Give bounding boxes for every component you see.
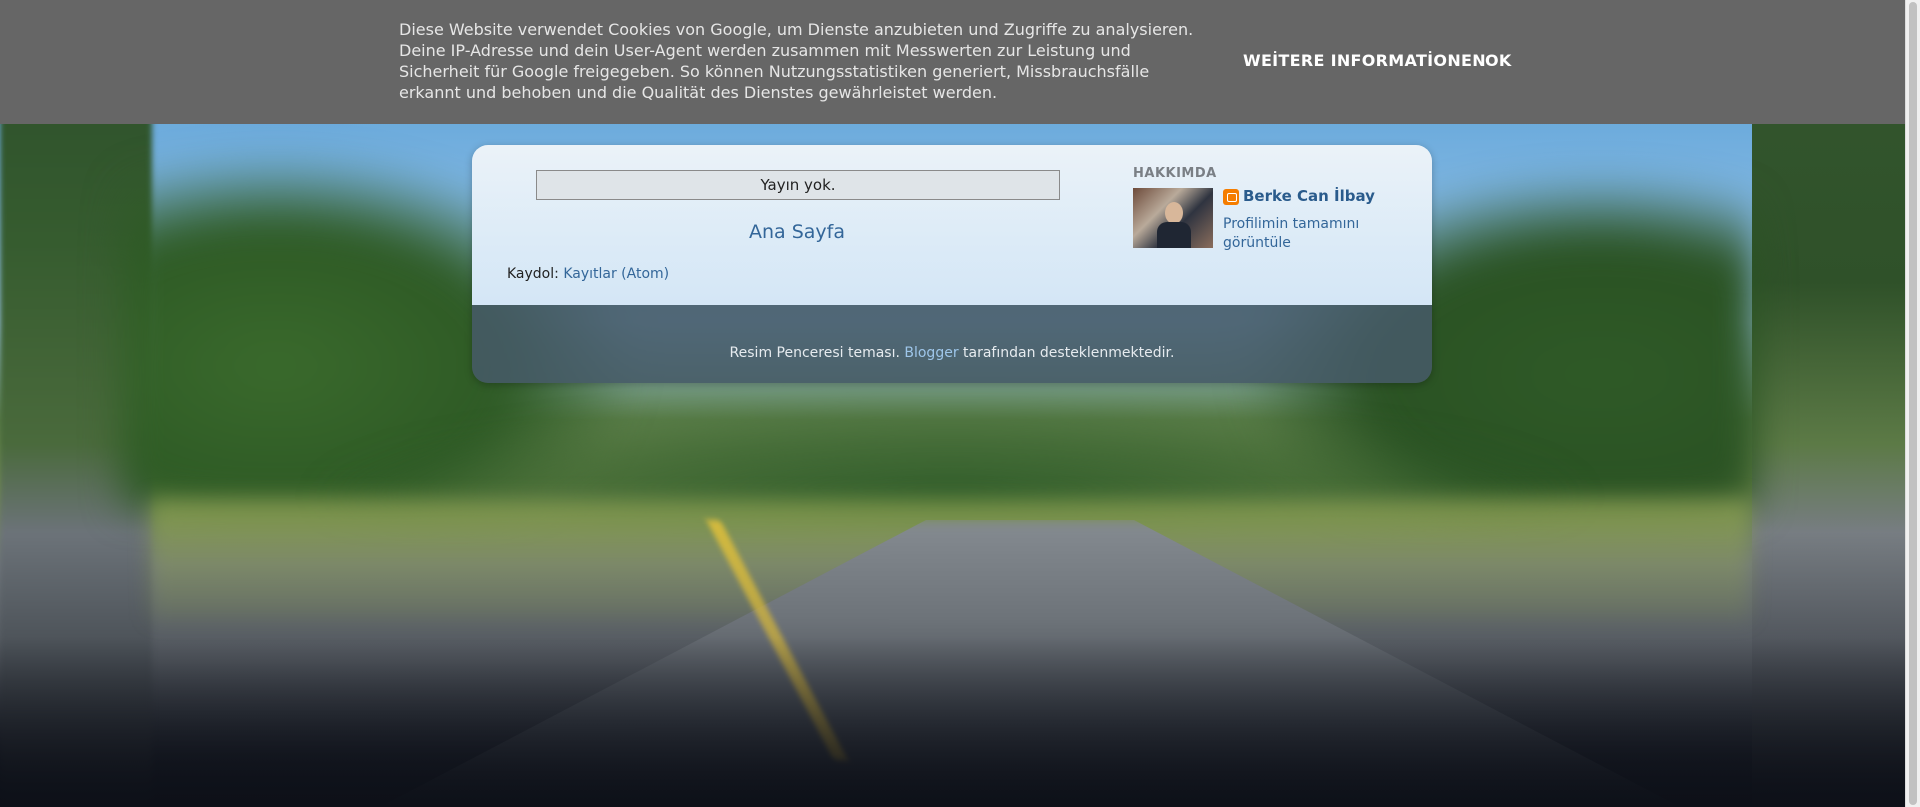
vertical-scrollbar[interactable]: [1905, 0, 1920, 807]
cookie-notice-text: Diese Website verwendet Cookies von Goog…: [399, 20, 1194, 102]
blogger-icon: [1223, 189, 1239, 205]
subscribe-label: Kaydol:: [507, 266, 559, 282]
attribution: Resim Penceresi teması. Blogger tarafınd…: [472, 345, 1432, 361]
theme-text: Resim Penceresi teması.: [729, 345, 900, 361]
footer: [472, 305, 1432, 383]
scrollbar-thumb[interactable]: [1909, 2, 1917, 805]
avatar[interactable]: [1133, 188, 1213, 248]
no-posts-message: Yayın yok.: [536, 170, 1060, 200]
about-heading: HAKKIMDA: [1133, 166, 1217, 181]
atom-feed-link[interactable]: Kayıtlar (Atom): [563, 266, 669, 282]
content-area: Yayın yok. Ana Sayfa Kaydol: Kayıtlar (A…: [472, 145, 1432, 305]
blogger-link[interactable]: Blogger: [904, 345, 958, 361]
avatar-body: [1157, 222, 1191, 248]
avatar-face: [1165, 202, 1183, 224]
author-name-link[interactable]: Berke Can İlbay: [1243, 187, 1375, 205]
subscribe-line: Kaydol: Kayıtlar (Atom): [507, 266, 669, 282]
content-card: Yayın yok. Ana Sayfa Kaydol: Kayıtlar (A…: [472, 145, 1432, 383]
home-link[interactable]: Ana Sayfa: [472, 221, 1122, 243]
background-shadow: [0, 637, 1906, 807]
powered-by-text: tarafından desteklenmektedir.: [963, 345, 1175, 361]
cookie-banner: Diese Website verwendet Cookies von Goog…: [0, 0, 1906, 124]
view-profile-link[interactable]: Profilimin tamamını görüntüle: [1223, 215, 1403, 253]
ok-button[interactable]: OK: [1485, 51, 1512, 70]
more-info-button[interactable]: WEİTERE INFORMATİONEN: [1243, 51, 1486, 70]
